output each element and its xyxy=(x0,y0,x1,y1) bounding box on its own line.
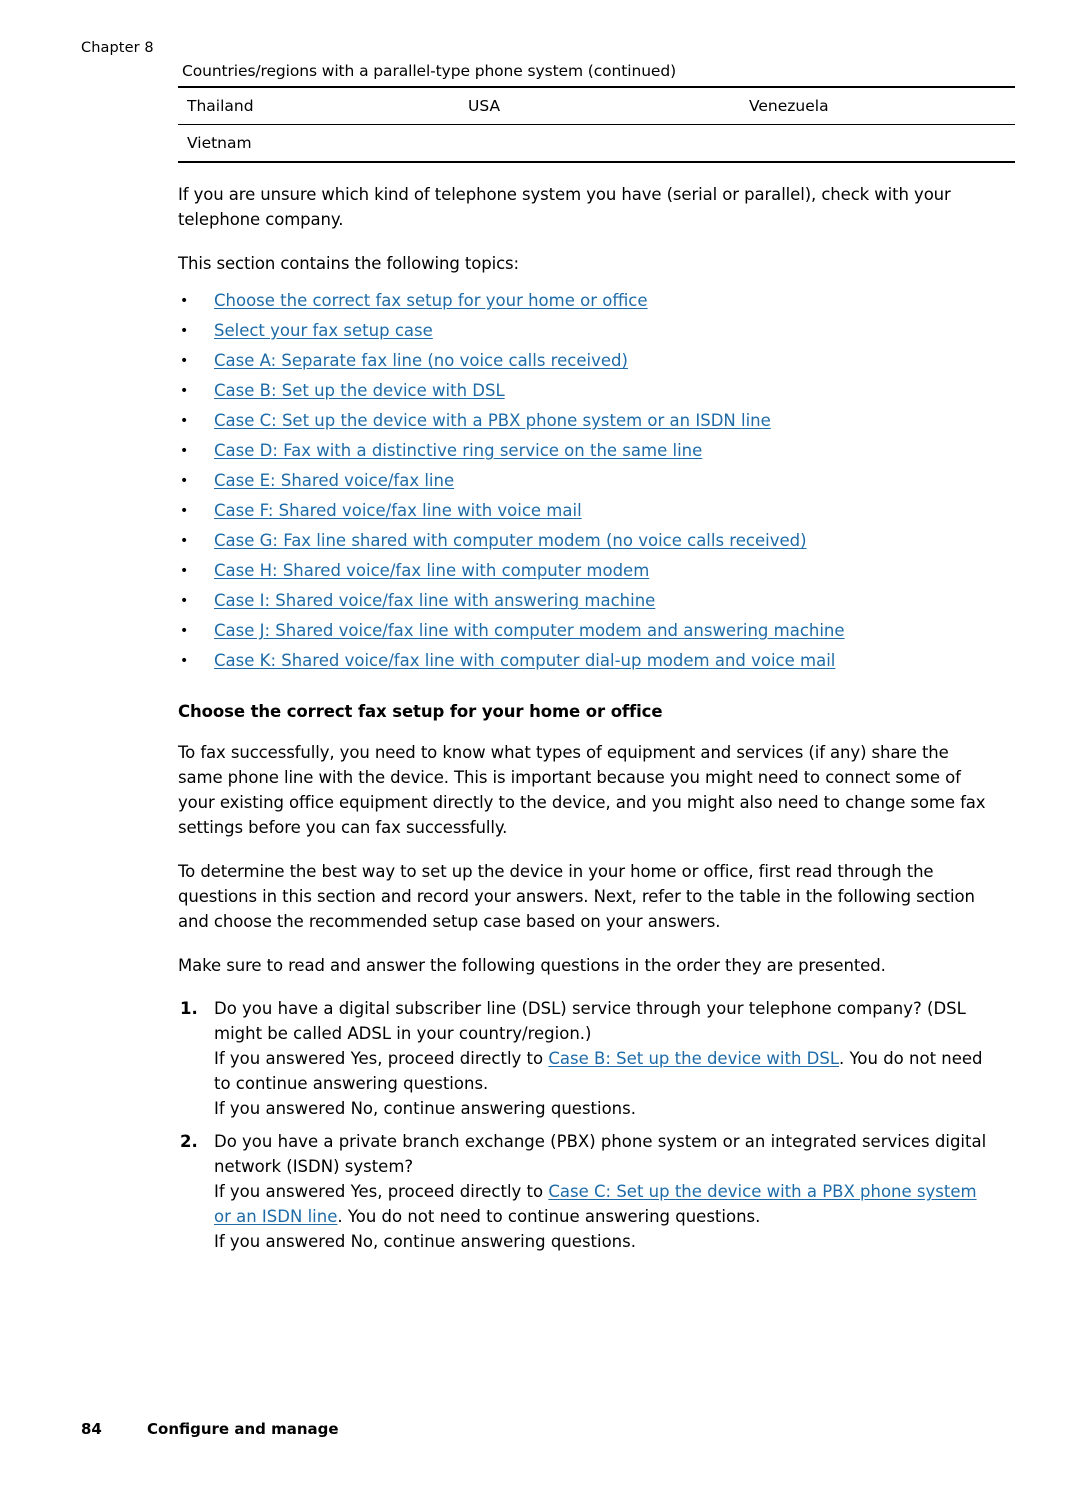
question-yes-answer: If you answered Yes, proceed directly to… xyxy=(214,1046,988,1096)
section-paragraph-3: Make sure to read and answer the followi… xyxy=(178,956,886,975)
topic-link[interactable]: Case H: Shared voice/fax line with compu… xyxy=(214,561,649,580)
intro-paragraph: If you are unsure which kind of telephon… xyxy=(178,185,951,229)
table-cell: Thailand xyxy=(178,86,459,125)
section-paragraph-2: To determine the best way to set up the … xyxy=(178,862,975,931)
question-no-answer: If you answered No, continue answering q… xyxy=(214,1232,636,1251)
topic-link[interactable]: Choose the correct fax setup for your ho… xyxy=(214,291,648,310)
topic-link[interactable]: Case D: Fax with a distinctive ring serv… xyxy=(214,441,702,460)
document-page: Chapter 8 Countries/regions with a paral… xyxy=(0,0,1080,1495)
table-cell: Vietnam xyxy=(178,124,459,163)
table-caption: Countries/regions with a parallel-type p… xyxy=(182,62,677,80)
table-cell: USA xyxy=(459,86,740,125)
table-row: Thailand USA Venezuela xyxy=(178,86,1015,125)
yes-suffix: . You do not need to continue answering … xyxy=(337,1207,761,1226)
question-no-answer: If you answered No, continue answering q… xyxy=(214,1099,636,1118)
list-item: Case D: Fax with a distinctive ring serv… xyxy=(178,440,988,462)
table-row: Vietnam xyxy=(178,124,1015,163)
topic-link[interactable]: Case C: Set up the device with a PBX pho… xyxy=(214,411,771,430)
questions-list: Do you have a digital subscriber line (D… xyxy=(178,996,988,1254)
question-item: Do you have a private branch exchange (P… xyxy=(178,1129,988,1254)
case-b-link[interactable]: Case B: Set up the device with DSL xyxy=(548,1049,839,1068)
topic-link[interactable]: Select your fax setup case xyxy=(214,321,433,340)
chapter-label: Chapter 8 xyxy=(81,40,154,56)
list-item: Case A: Separate fax line (no voice call… xyxy=(178,350,988,372)
list-item: Case H: Shared voice/fax line with compu… xyxy=(178,560,988,582)
section-heading: Choose the correct fax setup for your ho… xyxy=(178,702,663,721)
list-item: Case B: Set up the device with DSL xyxy=(178,380,988,402)
footer-label: Configure and manage xyxy=(147,1420,339,1438)
topic-link[interactable]: Case I: Shared voice/fax line with answe… xyxy=(214,591,655,610)
section-paragraph-1: To fax successfully, you need to know wh… xyxy=(178,743,986,837)
list-item: Select your fax setup case xyxy=(178,320,988,342)
table-cell xyxy=(740,124,1015,163)
list-item: Case G: Fax line shared with computer mo… xyxy=(178,530,988,552)
topic-link[interactable]: Case B: Set up the device with DSL xyxy=(214,381,505,400)
table-cell: Venezuela xyxy=(740,86,1015,125)
question-text: Do you have a digital subscriber line (D… xyxy=(214,999,966,1043)
topic-link[interactable]: Case A: Separate fax line (no voice call… xyxy=(214,351,628,370)
page-footer: 84 Configure and manage xyxy=(81,1420,339,1438)
yes-prefix: If you answered Yes, proceed directly to xyxy=(214,1182,549,1201)
list-item: Case E: Shared voice/fax line xyxy=(178,470,988,492)
question-item: Do you have a digital subscriber line (D… xyxy=(178,996,988,1121)
topic-link[interactable]: Case F: Shared voice/fax line with voice… xyxy=(214,501,582,520)
countries-table: Thailand USA Venezuela Vietnam xyxy=(178,86,1015,163)
list-item: Choose the correct fax setup for your ho… xyxy=(178,290,988,312)
list-item: Case I: Shared voice/fax line with answe… xyxy=(178,590,988,612)
page-content: Countries/regions with a parallel-type p… xyxy=(178,62,1015,1262)
table-cell xyxy=(459,124,740,163)
topic-link[interactable]: Case K: Shared voice/fax line with compu… xyxy=(214,651,835,670)
list-item: Case F: Shared voice/fax line with voice… xyxy=(178,500,988,522)
question-yes-answer: If you answered Yes, proceed directly to… xyxy=(214,1179,988,1229)
list-item: Case K: Shared voice/fax line with compu… xyxy=(178,650,988,672)
topic-link[interactable]: Case G: Fax line shared with computer mo… xyxy=(214,531,807,550)
topics-intro-paragraph: This section contains the following topi… xyxy=(178,254,520,273)
page-number: 84 xyxy=(81,1420,102,1438)
topics-list: Choose the correct fax setup for your ho… xyxy=(178,290,988,672)
topic-link[interactable]: Case E: Shared voice/fax line xyxy=(214,471,454,490)
question-text: Do you have a private branch exchange (P… xyxy=(214,1132,987,1176)
list-item: Case C: Set up the device with a PBX pho… xyxy=(178,410,988,432)
yes-prefix: If you answered Yes, proceed directly to xyxy=(214,1049,549,1068)
list-item: Case J: Shared voice/fax line with compu… xyxy=(178,620,988,642)
topic-link[interactable]: Case J: Shared voice/fax line with compu… xyxy=(214,621,845,640)
